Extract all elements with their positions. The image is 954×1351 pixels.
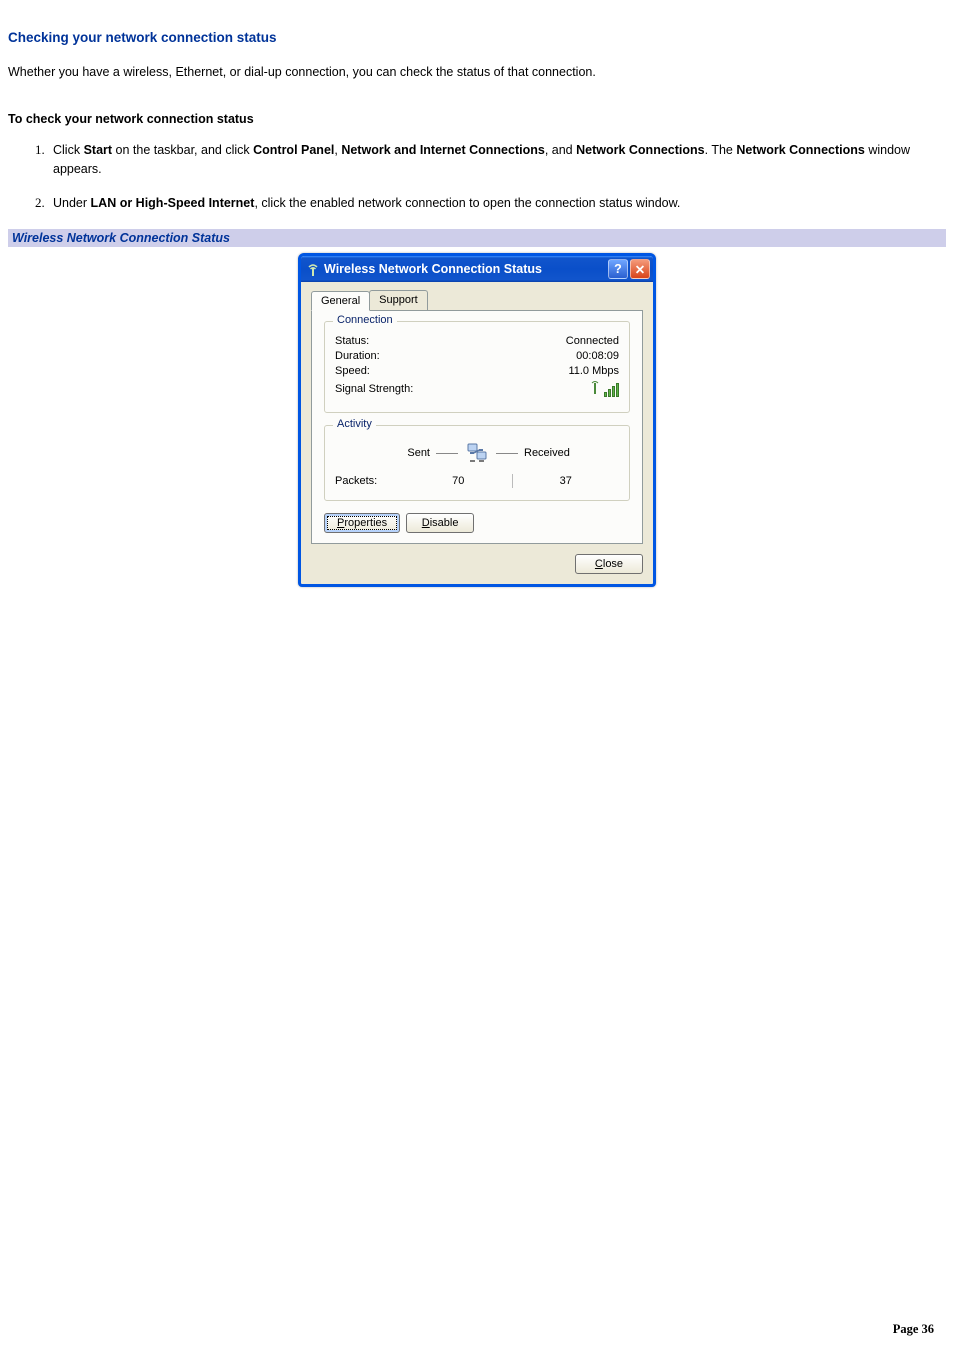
step-1: Click Start on the taskbar, and click Co…: [48, 141, 946, 179]
tab-support[interactable]: Support: [369, 290, 428, 310]
dialog-footer: Close: [311, 554, 643, 574]
term-start: Start: [84, 143, 112, 157]
speed-value: 11.0 Mbps: [568, 365, 619, 377]
text: Under: [53, 196, 91, 210]
duration-value: 00:08:09: [576, 350, 619, 362]
dialog-body: General Support Connection Status: Conne…: [301, 282, 653, 584]
divider: [436, 453, 458, 454]
packets-sent-value: 70: [405, 475, 512, 487]
group-connection-legend: Connection: [333, 314, 397, 326]
group-activity: Activity Sent: [324, 425, 630, 501]
group-connection: Connection Status: Connected Duration: 0…: [324, 321, 630, 413]
activity-sent-label: Sent: [340, 447, 430, 459]
page-number: Page 36: [893, 1322, 934, 1337]
term-net-internet: Network and Internet Connections: [341, 143, 545, 157]
tab-strip: General Support: [311, 290, 643, 311]
group-activity-legend: Activity: [333, 418, 376, 430]
step-2: Under LAN or High-Speed Internet, click …: [48, 194, 946, 213]
text: . The: [705, 143, 737, 157]
page-heading: Checking your network connection status: [8, 30, 946, 45]
term-net-connections-window: Network Connections: [736, 143, 865, 157]
activity-received-label: Received: [524, 447, 614, 459]
steps-list: Click Start on the taskbar, and click Co…: [8, 141, 946, 213]
divider: [496, 453, 518, 454]
dialog-titlebar[interactable]: Wireless Network Connection Status ? ✕: [301, 256, 653, 282]
text: Click: [53, 143, 84, 157]
status-dialog: Wireless Network Connection Status ? ✕ G…: [298, 253, 656, 587]
close-dialog-button[interactable]: Close: [575, 554, 643, 574]
figure-caption: Wireless Network Connection Status: [8, 229, 946, 247]
status-label: Status:: [335, 335, 369, 347]
figure-wrapper: Wireless Network Connection Status ? ✕ G…: [8, 253, 946, 587]
tab-general[interactable]: General: [311, 291, 370, 311]
tab-panel-general: Connection Status: Connected Duration: 0…: [311, 310, 643, 544]
term-net-connections: Network Connections: [576, 143, 705, 157]
status-value: Connected: [566, 335, 619, 347]
text: , and: [545, 143, 576, 157]
help-button[interactable]: ?: [608, 259, 628, 279]
dialog-button-row: Properties Disable: [324, 513, 630, 533]
duration-label: Duration:: [335, 350, 380, 362]
text: , click the enabled network connection t…: [254, 196, 680, 210]
network-activity-icon: [464, 440, 490, 466]
procedure-heading: To check your network connection status: [8, 112, 946, 126]
speed-label: Speed:: [335, 365, 370, 377]
term-control-panel: Control Panel: [253, 143, 334, 157]
page-label: Page: [893, 1322, 922, 1336]
disable-button[interactable]: Disable: [406, 513, 474, 533]
wireless-icon: [306, 262, 320, 276]
text: on the taskbar, and click: [112, 143, 253, 157]
term-lan: LAN or High-Speed Internet: [91, 196, 255, 210]
signal-label: Signal Strength:: [335, 383, 413, 395]
intro-paragraph: Whether you have a wireless, Ethernet, o…: [8, 63, 946, 82]
dialog-title: Wireless Network Connection Status: [324, 262, 606, 276]
packets-label: Packets:: [335, 475, 405, 487]
signal-strength-icon: [590, 380, 619, 397]
packets-received-value: 37: [513, 475, 620, 487]
page-number-value: 36: [922, 1322, 935, 1336]
properties-button[interactable]: Properties: [324, 513, 400, 533]
close-button[interactable]: ✕: [630, 259, 650, 279]
